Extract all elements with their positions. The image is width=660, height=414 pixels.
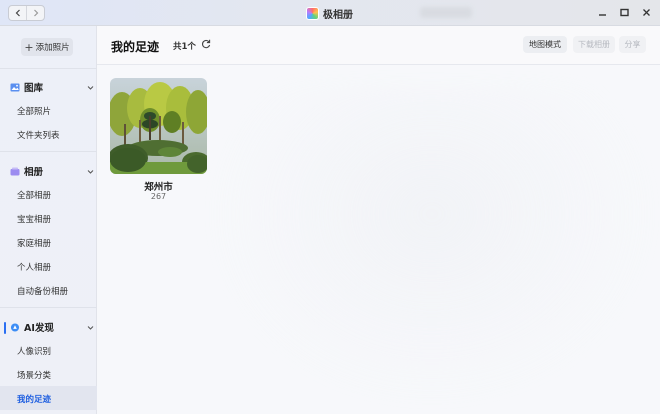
footprint-photo-count: 267 xyxy=(150,192,167,201)
sidebar-item-baby-album[interactable]: 宝宝相册 xyxy=(17,213,51,225)
plus-icon: + xyxy=(24,40,34,54)
chevron-down-icon xyxy=(87,325,94,330)
section-gallery-label: 图库 xyxy=(24,83,44,94)
close-icon xyxy=(642,8,650,16)
divider xyxy=(0,151,97,152)
refresh-icon[interactable] xyxy=(201,39,211,49)
window-controls xyxy=(596,6,652,18)
app-title-text: 极相册 xyxy=(323,9,353,21)
chevron-down-icon xyxy=(87,85,94,90)
add-photo-button[interactable]: + 添加照片 xyxy=(21,38,73,56)
back-button[interactable] xyxy=(9,6,26,20)
sidebar-item-auto-backup-album[interactable]: 自动备份相册 xyxy=(17,285,68,297)
forward-button[interactable] xyxy=(26,6,44,20)
footprint-photo xyxy=(110,78,207,174)
section-ai-discover-label: AI发现 xyxy=(24,323,54,334)
nav-buttons xyxy=(8,5,45,21)
chevron-left-icon xyxy=(15,9,20,17)
app-title: 极相册 xyxy=(306,5,353,21)
section-gallery[interactable]: 图库 xyxy=(10,80,94,94)
gallery-icon xyxy=(10,83,20,91)
maximize-button[interactable] xyxy=(618,6,630,18)
chevron-down-icon xyxy=(87,169,94,174)
sidebar-item-all-photos[interactable]: 全部照片 xyxy=(17,105,51,117)
section-albums[interactable]: 相册 xyxy=(10,164,94,178)
sidebar-item-all-albums[interactable]: 全部相册 xyxy=(17,189,51,201)
maximize-icon xyxy=(619,8,629,16)
share-button[interactable]: 分享 xyxy=(619,36,646,53)
sidebar-item-personal-album[interactable]: 个人相册 xyxy=(17,261,51,273)
add-photo-label: 添加照片 xyxy=(35,43,70,53)
map-mode-button[interactable]: 地图模式 xyxy=(523,36,567,53)
sidebar: + 添加照片 图库 全部照片 文件夹列表 相册 全部相册 宝宝相册 家庭相册 个… xyxy=(0,26,97,414)
divider xyxy=(0,68,97,69)
main-header: 我的足迹 共1个 地图模式 下载相册 分享 xyxy=(97,26,660,65)
chevron-right-icon xyxy=(33,9,39,17)
blurred-region xyxy=(207,86,657,406)
sidebar-item-my-footprints[interactable]: 我的足迹 xyxy=(17,393,51,405)
sidebar-item-face-recognition[interactable]: 人像识别 xyxy=(17,345,51,357)
footprint-city-name: 郑州市 xyxy=(144,182,173,193)
section-albums-label: 相册 xyxy=(24,167,44,178)
close-button[interactable] xyxy=(640,6,652,18)
active-section-indicator xyxy=(4,322,6,334)
title-bar: 极相册 xyxy=(0,0,660,26)
divider xyxy=(0,307,97,308)
blurred-region xyxy=(420,7,472,18)
minimize-icon xyxy=(598,13,606,16)
page-title: 我的足迹 xyxy=(111,40,160,54)
app-logo-icon xyxy=(306,6,319,20)
minimize-button[interactable] xyxy=(596,6,608,18)
sidebar-item-folder-list[interactable]: 文件夹列表 xyxy=(17,129,60,141)
ai-discover-icon xyxy=(10,322,20,332)
album-icon xyxy=(10,167,20,175)
sidebar-item-family-album[interactable]: 家庭相册 xyxy=(17,237,51,249)
footprint-card[interactable]: 郑州市 267 xyxy=(110,78,207,204)
download-album-button[interactable]: 下载相册 xyxy=(573,36,615,53)
section-ai-discover[interactable]: AI发现 xyxy=(10,320,94,334)
total-count: 共1个 xyxy=(173,42,196,52)
sidebar-item-scene-classification[interactable]: 场景分类 xyxy=(17,369,51,381)
main-content: 我的足迹 共1个 地图模式 下载相册 分享 郑州市 267 xyxy=(97,26,660,414)
